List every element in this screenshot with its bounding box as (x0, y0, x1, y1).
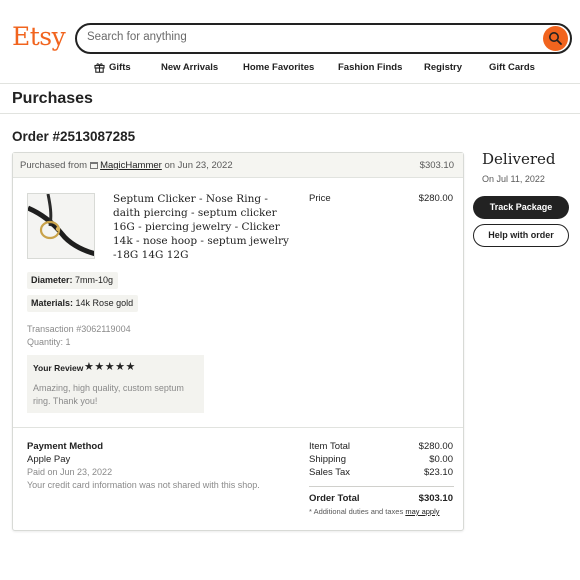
shipping-value: $0.00 (429, 454, 453, 465)
order-card: Purchased from MagicHammer on Jun 23, 202… (12, 152, 464, 531)
shipping-label: Shipping (309, 454, 346, 465)
item-total-value: $280.00 (418, 441, 453, 452)
quantity: Quantity: 1 (27, 337, 71, 347)
may-apply-link[interactable]: may apply (405, 507, 439, 516)
nav-gifts[interactable]: Gifts (94, 62, 131, 73)
item-price: $280.00 (418, 193, 453, 204)
review-label: Your Review (33, 363, 84, 373)
order-header-total: $303.10 (419, 160, 454, 171)
delivery-date: On Jul 11, 2022 (482, 174, 545, 184)
etsy-logo[interactable]: Etsy (12, 22, 66, 51)
review-text: Amazing, high quality, custom septum rin… (33, 383, 184, 406)
paid-on-date: Paid on Jun 23, 2022 (27, 467, 113, 477)
divider (309, 486, 454, 487)
sales-tax-value: $23.10 (423, 467, 453, 478)
track-package-button[interactable]: Track Package (473, 196, 569, 219)
payment-method-title: Payment Method (27, 441, 104, 452)
order-card-header: Purchased from MagicHammer on Jun 23, 202… (13, 153, 463, 178)
order-total-label: Order Total (309, 493, 360, 504)
item-photo (28, 194, 94, 258)
diameter-label: Diameter: (31, 275, 73, 285)
delivery-status: Delivered (482, 150, 556, 168)
payment-note: Your credit card information was not sha… (27, 480, 260, 490)
shop-icon (90, 162, 99, 169)
price-label: Price (309, 193, 331, 204)
duties-text: * Additional duties and taxes (309, 507, 404, 516)
diameter-value: 7mm-10g (75, 275, 114, 285)
search-bar[interactable] (75, 23, 572, 54)
transaction-number: Transaction #3062119004 (27, 324, 131, 334)
order-total-value: $303.10 (418, 493, 453, 504)
search-input[interactable] (87, 31, 517, 43)
materials-label: Materials: (31, 298, 74, 308)
nav-registry[interactable]: Registry (424, 62, 462, 73)
search-icon (549, 32, 562, 45)
star-rating: ★★★★★ (84, 361, 136, 373)
item-thumbnail[interactable] (27, 193, 95, 259)
purchased-from: Purchased from MagicHammer on Jun 23, 202… (20, 160, 233, 171)
nav-new-arrivals[interactable]: New Arrivals (161, 62, 218, 73)
help-with-order-button[interactable]: Help with order (473, 224, 569, 247)
item-title[interactable]: Septum Clicker - Nose Ring - daith pierc… (113, 192, 295, 262)
search-button[interactable] (543, 26, 568, 51)
materials-tag: Materials: 14k Rose gold (27, 295, 139, 312)
gift-icon (94, 63, 105, 73)
payment-method: Apple Pay (27, 454, 71, 465)
purchase-date: on Jun 23, 2022 (164, 160, 233, 171)
divider (13, 427, 463, 428)
review-box: Your Review ★★★★★ Amazing, high quality,… (27, 355, 204, 413)
page-title: Purchases (12, 90, 93, 107)
nav-home-favorites[interactable]: Home Favorites (243, 62, 314, 73)
category-nav: Gifts New Arrivals Home Favorites Fashio… (0, 62, 580, 76)
duties-note: * Additional duties and taxes may apply (309, 507, 440, 516)
divider (0, 113, 580, 114)
shop-link[interactable]: MagicHammer (100, 160, 162, 171)
nav-gift-cards[interactable]: Gift Cards (489, 62, 535, 73)
materials-value: 14k Rose gold (75, 298, 134, 308)
diameter-tag: Diameter: 7mm-10g (27, 272, 119, 289)
site-header: Etsy Gifts New Arrivals Home Favorites F… (0, 0, 580, 84)
purchased-from-label: Purchased from (20, 160, 88, 171)
nav-gifts-label: Gifts (109, 62, 131, 73)
order-number: Order #2513087285 (12, 129, 136, 144)
item-total-label: Item Total (309, 441, 351, 452)
nav-fashion-finds[interactable]: Fashion Finds (338, 62, 402, 73)
sales-tax-label: Sales Tax (309, 467, 351, 478)
